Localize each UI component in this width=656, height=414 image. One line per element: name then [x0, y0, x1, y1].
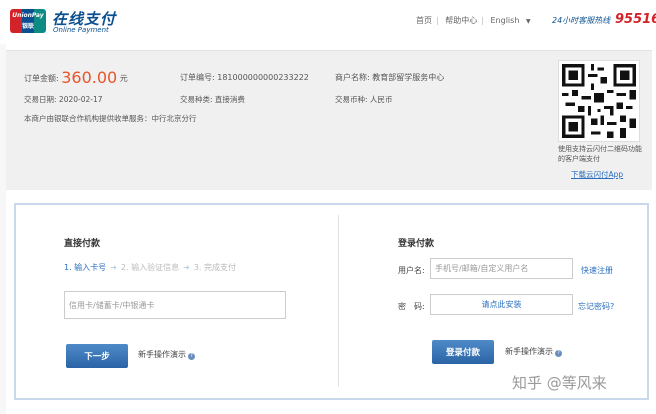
unionpay-logo: UnionPay 银联: [10, 9, 46, 33]
panel-divider: [338, 215, 339, 387]
header: UnionPay 银联 在线支付 Online Payment 首页 | 帮助中心…: [0, 0, 656, 44]
username-input[interactable]: 手机号/邮箱/自定义用户名: [430, 258, 573, 279]
login-demo-link[interactable]: 新手操作演示?: [505, 346, 562, 357]
qr-instruction: 使用支持云闪付二维码功能的客户端支付: [558, 145, 642, 163]
step-2: 2. 输入验证信息: [120, 263, 180, 272]
password-label: 密 码:: [398, 302, 425, 311]
amount-value: 360.00: [61, 68, 118, 87]
qr-code: [558, 60, 640, 142]
info-icon: ?: [555, 350, 562, 357]
order-number: 订单编号: 181000000000233222: [180, 73, 309, 82]
login-pay-title: 登录付款: [398, 239, 435, 249]
trade-currency: 交易币种: 人民币: [335, 95, 393, 104]
forgot-password-link[interactable]: 忘记密码?: [578, 301, 614, 312]
chevron-down-icon[interactable]: ▼: [526, 18, 531, 25]
login-pay-button[interactable]: 登录付款: [432, 340, 494, 364]
merchant-name: 商户名称: 教育部留学服务中心: [335, 73, 445, 82]
username-label: 用户名:: [398, 266, 425, 275]
direct-demo-link[interactable]: 新手操作演示?: [138, 349, 195, 360]
hotline-number: 95516: [615, 12, 656, 27]
password-install-field[interactable]: 请点此安装: [430, 294, 573, 315]
step-3: 3. 完成支付: [193, 263, 236, 272]
acquirer-note: 本商户由银联合作机构提供收单服务：中行北京分行: [24, 114, 197, 123]
next-step-button[interactable]: 下一步: [66, 344, 128, 368]
card-number-input[interactable]: 信用卡/储蓄卡/中银通卡: [64, 291, 286, 319]
order-amount: 订单金额: 360.00 元: [24, 68, 128, 87]
download-app-link[interactable]: 下载云闪付App: [571, 169, 623, 180]
brand-subtitle: Online Payment: [53, 26, 109, 34]
nav-help[interactable]: 帮助中心: [445, 16, 477, 25]
trade-type: 交易种类: 直接消费: [180, 95, 245, 104]
direct-pay-steps: 1. 输入卡号 ➜ 2. 输入验证信息 ➜ 3. 完成支付: [64, 263, 236, 272]
watermark: 知乎 @等风来: [512, 374, 607, 392]
info-icon: ?: [188, 353, 195, 360]
nav-home[interactable]: 首页: [416, 16, 432, 25]
direct-pay-title: 直接付款: [64, 239, 101, 249]
step-1: 1. 输入卡号: [64, 263, 107, 272]
top-nav: 首页 | 帮助中心 | English ▼: [416, 16, 531, 25]
trade-date: 交易日期: 2020-02-17: [24, 95, 103, 104]
hotline-label: 24小时客服热线: [552, 16, 611, 25]
quick-register-link[interactable]: 快速注册: [581, 265, 613, 276]
nav-english[interactable]: English: [491, 16, 520, 25]
